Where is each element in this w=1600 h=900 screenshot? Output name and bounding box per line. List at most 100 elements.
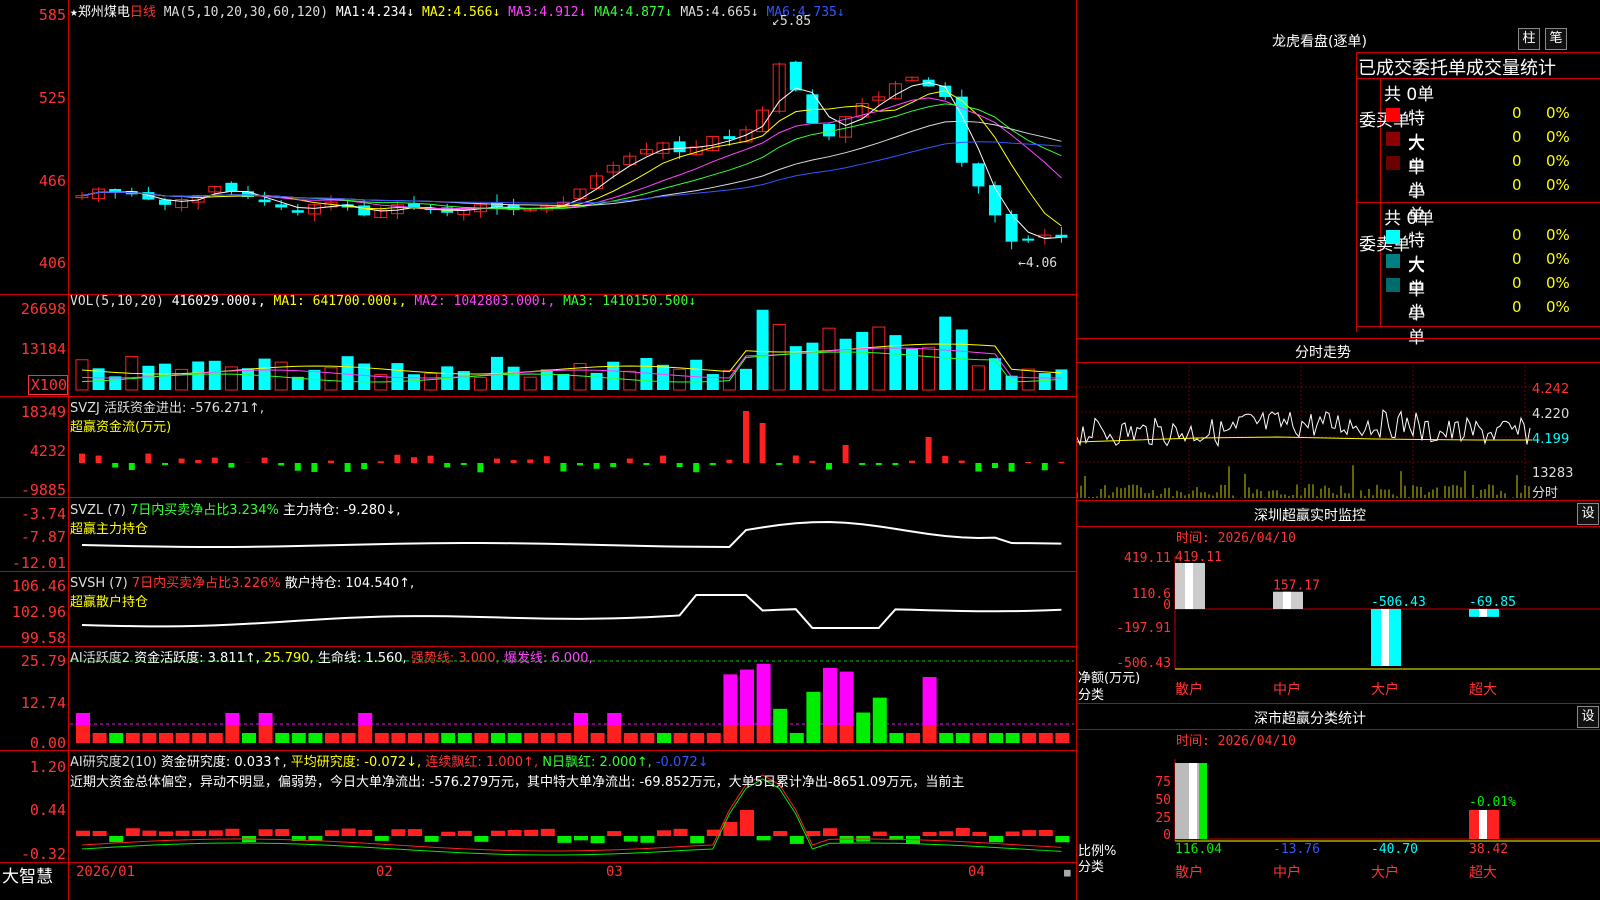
activity-bar xyxy=(142,733,157,743)
ai-activity-axis-label: 12.74 xyxy=(20,694,66,712)
volume-bar xyxy=(623,370,637,391)
activity-bar xyxy=(756,663,771,725)
candle-body xyxy=(1005,213,1018,242)
activity-bar xyxy=(192,733,207,743)
classify-category-label: 中户 xyxy=(1273,864,1301,881)
vol-legend: VOL(5,10,20) 416029.000↓, MA1: 641700.00… xyxy=(70,294,697,309)
lock-icon[interactable]: ■ xyxy=(1064,866,1071,879)
volume-bar xyxy=(540,369,553,390)
monitor-bar xyxy=(1185,563,1193,609)
flow-bar xyxy=(1058,461,1065,463)
flow-bar xyxy=(1008,463,1015,472)
activity-bar xyxy=(856,712,871,743)
volume-bar xyxy=(208,360,221,390)
activity-bar xyxy=(939,733,954,743)
classify-value-label: -13.76 xyxy=(1273,842,1320,857)
activity-bar xyxy=(507,733,522,743)
ma3-label: MA3: xyxy=(508,5,540,20)
activity-bar xyxy=(540,733,555,743)
column-view-button[interactable]: 柱 xyxy=(1518,28,1540,50)
candle-body xyxy=(358,205,371,216)
buy-orders-label: 委买单 xyxy=(1359,111,1410,131)
research-bar xyxy=(1038,830,1053,836)
classify-settings-button[interactable]: 设 xyxy=(1577,706,1599,728)
flow-bar xyxy=(776,463,783,465)
activity-bar xyxy=(424,733,439,743)
monitor-settings-button[interactable]: 设 xyxy=(1577,503,1599,525)
research-bar xyxy=(657,830,671,836)
monitor-category-label: 超大 xyxy=(1469,682,1497,698)
classify-title: 深市超赢分类统计 xyxy=(1254,711,1366,727)
research-bar xyxy=(275,829,290,836)
research-bar xyxy=(175,830,190,836)
research-bar xyxy=(474,836,489,842)
flow-bar xyxy=(527,459,534,463)
ma1-value: 4.234↓ xyxy=(367,5,415,20)
buy-total: 共 0单 xyxy=(1384,85,1435,105)
activity-bar xyxy=(1055,733,1070,743)
classify-bar xyxy=(1189,763,1197,839)
flow-bar xyxy=(958,460,965,463)
flow-bar xyxy=(128,463,135,471)
ma-line xyxy=(81,97,1062,210)
monitor-axis-label: 0 xyxy=(1163,598,1171,613)
flow-bar xyxy=(95,455,102,463)
research-bar xyxy=(557,836,572,843)
research-bar xyxy=(823,828,837,836)
candle-body xyxy=(673,141,686,153)
research-bar xyxy=(125,828,140,836)
time-axis-label: 02 xyxy=(376,864,393,880)
intraday-price-line xyxy=(1077,409,1531,448)
volume-bar xyxy=(590,372,603,390)
research-bar xyxy=(507,830,522,836)
svsh-axis-label: 106.46 xyxy=(11,577,66,595)
flow-bar xyxy=(178,458,185,463)
flow-bar xyxy=(261,457,268,463)
activity-bar xyxy=(358,713,373,725)
monitor-bar xyxy=(1283,591,1291,609)
monitor-value-label: -69.85 xyxy=(1469,595,1516,610)
period-label[interactable]: 日线 xyxy=(130,5,156,20)
intraday-chart[interactable] xyxy=(1077,362,1600,502)
classify-category-label: 散户 xyxy=(1175,864,1203,881)
activity-bar xyxy=(524,733,539,743)
activity-bar xyxy=(76,713,90,725)
activity-bar xyxy=(242,733,256,743)
flow-bar xyxy=(726,459,733,463)
ma-params: MA(5,10,20,30,60,120) xyxy=(163,5,329,20)
activity-bar xyxy=(491,733,505,743)
price-axis-label: 406 xyxy=(38,254,66,272)
monitor-category-label: 大户 xyxy=(1371,681,1399,698)
flow-bar xyxy=(460,463,467,465)
volume-bar xyxy=(772,323,786,391)
flow-bar xyxy=(975,463,982,472)
activity-bar xyxy=(773,708,788,743)
volume-bar xyxy=(673,368,687,391)
research-bar xyxy=(756,836,771,841)
ma2-value: 4.566↓ xyxy=(453,5,501,20)
research-bar xyxy=(789,836,804,844)
svsh-axis-label: 102.96 xyxy=(11,603,66,621)
activity-bar xyxy=(590,733,605,743)
trade-view-button[interactable]: 笔 xyxy=(1545,28,1567,50)
monitor-x-unit: 分类 xyxy=(1078,688,1105,703)
activity-bar xyxy=(574,713,588,725)
flow-bar xyxy=(195,459,202,463)
activity-bar xyxy=(291,733,306,743)
activity-bar xyxy=(640,733,655,743)
favorite-star-icon[interactable]: ★ xyxy=(70,5,78,20)
panel-separator xyxy=(1356,326,1600,327)
activity-bar xyxy=(391,733,406,743)
price-legend: ★郑州煤电日线 MA(5,10,20,30,60,120) MA1:4.234↓… xyxy=(70,1,845,20)
activity-bar xyxy=(208,733,223,743)
research-bar xyxy=(723,822,738,836)
activity-bar xyxy=(258,725,273,743)
volume-bar xyxy=(756,309,769,390)
time-axis-label: 04 xyxy=(968,864,985,880)
research-bar xyxy=(457,830,472,836)
flow-bar xyxy=(743,411,749,463)
flow-bar xyxy=(278,463,285,466)
research-bar xyxy=(972,831,987,836)
candle-body xyxy=(823,124,835,137)
volume-bar xyxy=(822,327,836,391)
